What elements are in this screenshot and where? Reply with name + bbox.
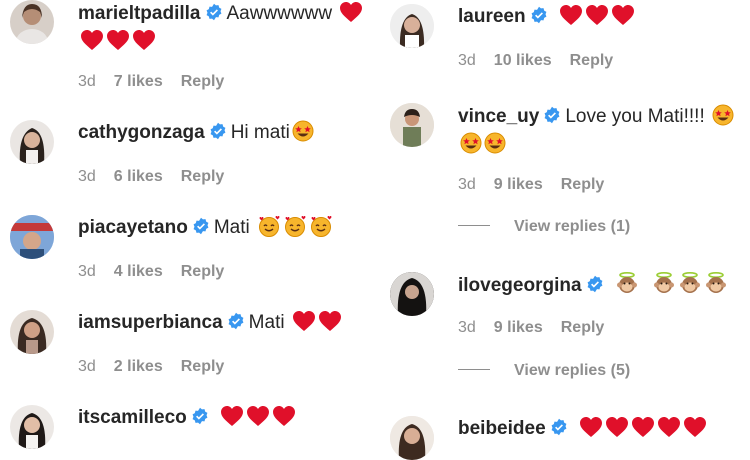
heart-emoji-icon (631, 417, 654, 437)
reply-button[interactable]: Reply (561, 176, 605, 193)
star-struck-emoji-icon (712, 104, 734, 126)
star-struck-emoji-icon (292, 120, 314, 142)
username[interactable]: beibeidee (458, 418, 546, 439)
comment-meta: 3d 6 likes Reply (78, 167, 368, 187)
comment-age: 3d (78, 358, 96, 375)
heart-emoji-icon (611, 5, 634, 25)
view-replies-button[interactable]: View replies (1) (458, 218, 630, 236)
reply-button[interactable]: Reply (561, 319, 605, 336)
angel-monkey-emoji-icon (616, 271, 637, 293)
avatar[interactable] (10, 215, 54, 259)
avatar[interactable] (390, 272, 434, 316)
heart-emoji-icon (579, 417, 602, 437)
reply-button[interactable]: Reply (181, 263, 225, 280)
heart-emoji-icon (247, 406, 270, 426)
comment-meta: 3d 4 likes Reply (78, 262, 368, 282)
angel-monkey-emoji-icon (680, 271, 701, 293)
comment-meta: 3d 9 likes Reply (458, 318, 748, 338)
verified-badge-icon (551, 418, 567, 436)
verified-badge-icon (193, 217, 209, 235)
username[interactable]: marieltpadilla (78, 3, 201, 24)
likes-count[interactable]: 2 likes (114, 358, 163, 375)
comment-emoji-line (78, 28, 368, 56)
likes-count[interactable]: 9 likes (494, 176, 543, 193)
heart-emoji-icon (559, 5, 582, 25)
smiling-hearts-emoji-icon (285, 216, 306, 237)
comment-age: 3d (78, 263, 96, 280)
comment-meta: 3d 7 likes Reply (78, 72, 368, 92)
verified-badge-icon (206, 3, 221, 21)
comment-meta: 3d 10 likes Reply (458, 51, 748, 71)
star-struck-emoji-icon (460, 132, 482, 154)
heart-emoji-icon (657, 417, 680, 437)
smiling-hearts-emoji-icon (311, 216, 332, 237)
comment-text: Aawwwwww (226, 3, 333, 24)
comment-age: 3d (458, 319, 476, 336)
avatar[interactable] (10, 405, 54, 449)
comment-meta: 3d 2 likes Reply (78, 357, 368, 377)
heart-emoji-icon (292, 311, 315, 331)
comment-text: Mati (248, 312, 285, 333)
comment-age: 3d (78, 168, 96, 185)
comment-age: 3d (458, 176, 476, 193)
view-replies-label: View replies (5) (514, 362, 631, 379)
reply-button[interactable]: Reply (181, 168, 225, 185)
angel-monkey-emoji-icon (706, 271, 727, 293)
likes-count[interactable]: 4 likes (114, 263, 163, 280)
username[interactable]: piacayetano (78, 217, 188, 238)
reply-button[interactable]: Reply (181, 358, 225, 375)
username[interactable]: vince_uy (458, 106, 539, 127)
reply-button[interactable]: Reply (570, 52, 614, 69)
star-struck-emoji-icon (484, 132, 506, 154)
reply-button[interactable]: Reply (181, 73, 225, 90)
comment-meta: 3d 9 likes Reply (458, 175, 748, 195)
heart-emoji-icon (107, 30, 129, 50)
divider-line (458, 369, 490, 370)
comment-text: Love you Mati!!!! (565, 106, 705, 127)
avatar[interactable] (390, 4, 434, 48)
verified-badge-icon (531, 6, 547, 24)
avatar[interactable] (10, 0, 54, 44)
verified-badge-icon (192, 407, 208, 425)
heart-emoji-icon (683, 417, 706, 437)
angel-monkey-emoji-icon (654, 271, 675, 293)
heart-emoji-icon (133, 30, 155, 50)
verified-badge-icon (228, 312, 244, 330)
heart-emoji-icon (81, 30, 103, 50)
avatar[interactable] (10, 120, 54, 164)
verified-badge-icon (210, 122, 226, 140)
username[interactable]: iamsuperbianca (78, 312, 223, 333)
comment-text: Hi mati (230, 122, 290, 143)
likes-count[interactable]: 10 likes (494, 52, 552, 69)
comment-age: 3d (78, 73, 96, 90)
likes-count[interactable]: 7 likes (114, 73, 163, 90)
view-replies-label: View replies (1) (514, 218, 631, 235)
username[interactable]: cathygonzaga (78, 122, 205, 143)
username[interactable]: ilovegeorgina (458, 275, 582, 296)
heart-emoji-icon (605, 417, 628, 437)
comment-text: Mati (213, 217, 250, 238)
verified-badge-icon (587, 275, 602, 293)
likes-count[interactable]: 9 likes (494, 319, 543, 336)
heart-emoji-icon (221, 406, 244, 426)
username[interactable]: itscamilleco (78, 407, 187, 428)
divider-line (458, 225, 490, 226)
avatar[interactable] (390, 103, 434, 147)
comment-emoji-line (458, 131, 748, 159)
heart-emoji-icon (340, 2, 363, 22)
heart-emoji-icon (273, 406, 296, 426)
comment-age: 3d (458, 52, 476, 69)
smiling-hearts-emoji-icon (259, 216, 280, 237)
heart-emoji-icon (318, 311, 341, 331)
view-replies-button[interactable]: View replies (5) (458, 362, 630, 380)
username[interactable]: laureen (458, 6, 526, 27)
avatar[interactable] (10, 310, 54, 354)
likes-count[interactable]: 6 likes (114, 168, 163, 185)
verified-badge-icon (544, 106, 560, 124)
heart-emoji-icon (585, 5, 608, 25)
avatar[interactable] (390, 416, 434, 460)
